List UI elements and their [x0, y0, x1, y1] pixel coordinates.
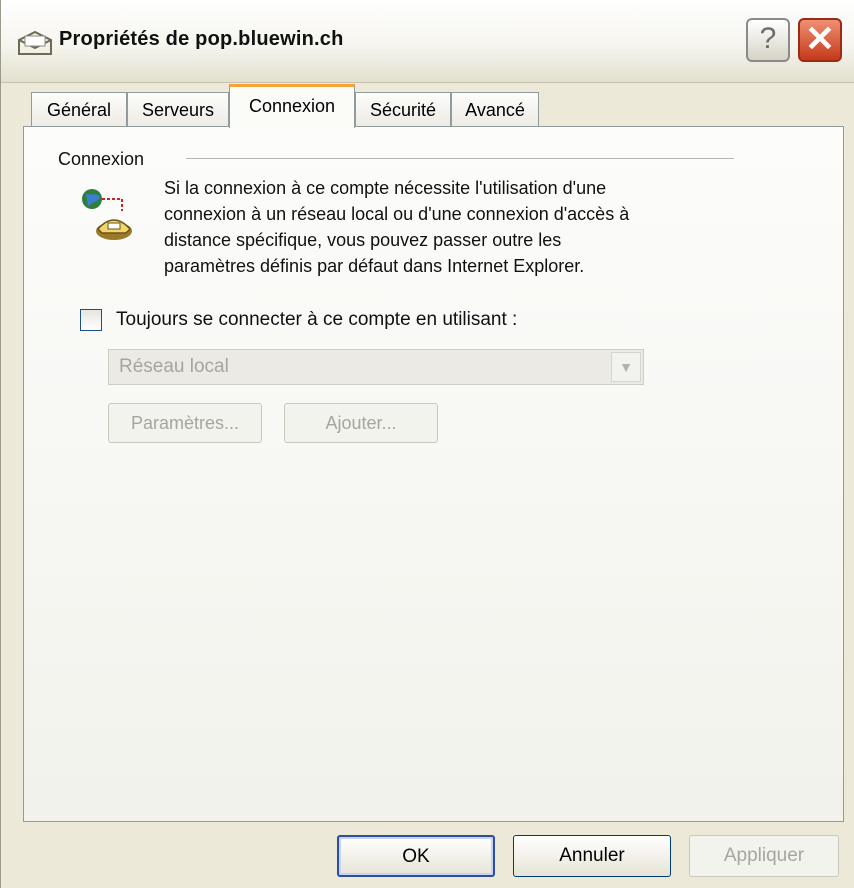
connexion-description: Si la connexion à ce compte nécessite l'… [164, 175, 764, 279]
description-line: paramètres définis par défaut dans Inter… [164, 256, 585, 276]
add-button: Ajouter... [284, 403, 438, 443]
window-title: Propriétés de pop.bluewin.ch [59, 28, 344, 50]
connexion-tab-panel: Connexion Si la connexion à ce compte né… [23, 126, 844, 822]
group-divider [186, 158, 734, 159]
tab-general[interactable]: Général [31, 92, 127, 126]
connection-select: Réseau local ▼ [108, 349, 644, 385]
title-bar[interactable]: Propriétés de pop.bluewin.ch ? ✕ [1, 0, 854, 83]
tab-advanced[interactable]: Avancé [451, 92, 539, 126]
properties-dialog: Propriétés de pop.bluewin.ch ? ✕ Général… [0, 0, 854, 888]
apply-button: Appliquer [689, 835, 839, 877]
settings-button: Paramètres... [108, 403, 262, 443]
close-button[interactable]: ✕ [798, 18, 842, 62]
ok-button[interactable]: OK [337, 835, 495, 877]
network-phone-icon [82, 189, 132, 240]
help-button[interactable]: ? [746, 18, 790, 62]
connection-select-value: Réseau local [119, 356, 229, 377]
tab-connexion[interactable]: Connexion [229, 84, 355, 128]
tab-servers[interactable]: Serveurs [127, 92, 229, 126]
group-title: Connexion [58, 149, 145, 169]
tab-security[interactable]: Sécurité [355, 92, 451, 126]
always-connect-label[interactable]: Toujours se connecter à ce compte en uti… [116, 309, 517, 331]
mail-account-icon [18, 30, 52, 55]
always-connect-checkbox[interactable] [80, 309, 102, 331]
chevron-down-icon: ▼ [611, 352, 641, 382]
description-line: Si la connexion à ce compte nécessite l'… [164, 178, 607, 198]
cancel-button[interactable]: Annuler [513, 835, 671, 877]
description-line: connexion à un réseau local ou d'une con… [164, 204, 630, 224]
description-line: distance spécifique, vous pouvez passer … [164, 230, 562, 250]
